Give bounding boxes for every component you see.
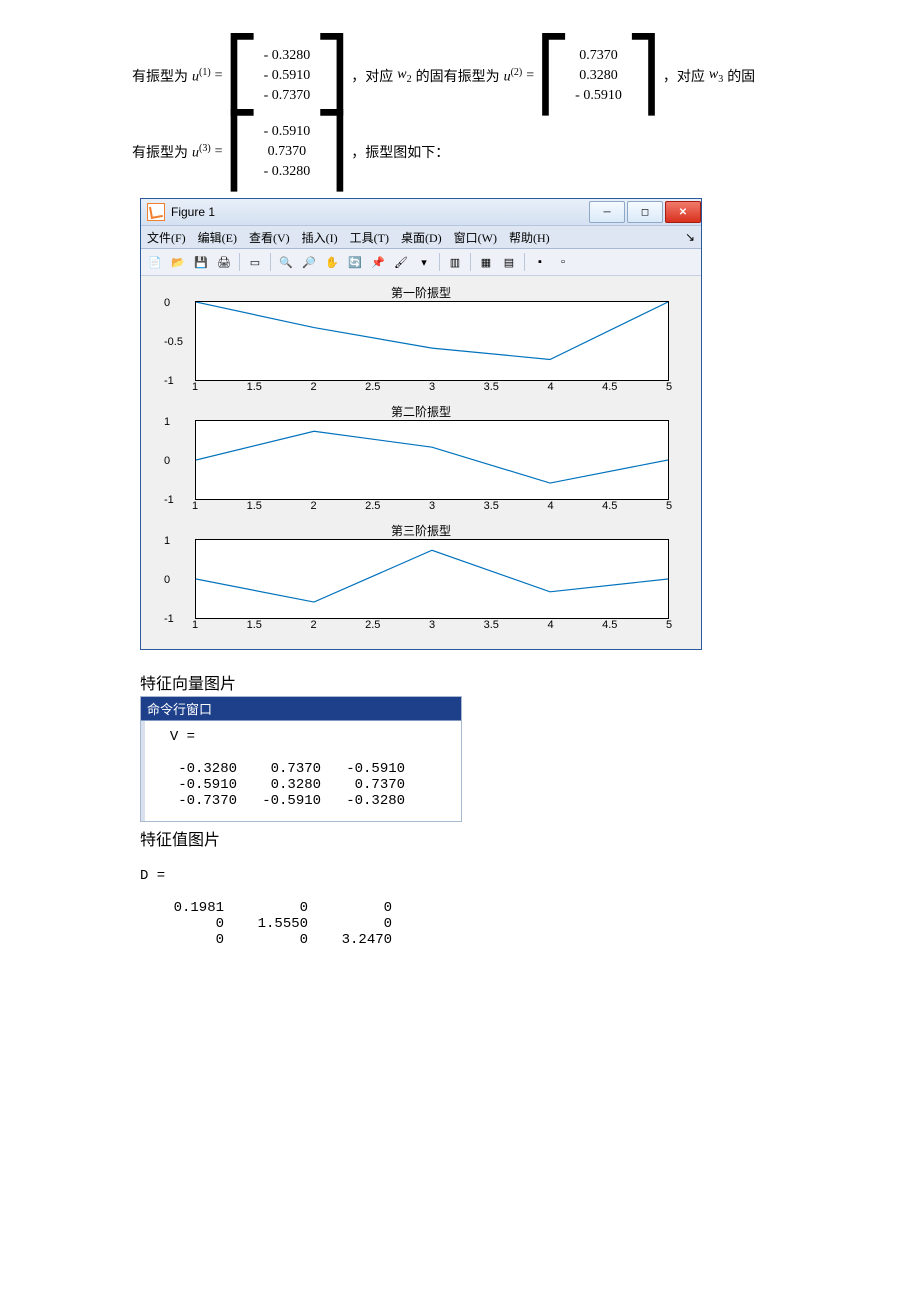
command-window-title: 命令行窗口 <box>141 697 461 721</box>
matlab-icon <box>147 203 165 221</box>
math-line-2: 有振型为 u(3) = ⎡ - 0.5910 0.7370 - 0.3280 ⎤… <box>130 122 870 182</box>
y-tick: -1 <box>164 375 174 387</box>
x-tick: 2 <box>310 500 316 512</box>
menu-insert[interactable]: 插入(I) <box>302 229 338 246</box>
y-tick: 0 <box>164 574 170 586</box>
open-icon[interactable]: 📂 <box>168 252 188 272</box>
x-tick: 5 <box>666 619 672 631</box>
menu-help[interactable]: 帮助(H) <box>509 229 550 246</box>
save-icon[interactable]: 💾 <box>191 252 211 272</box>
x-tick: 5 <box>666 381 672 393</box>
toolbar: 📄 📂 💾 🖨 ▭ 🔍 🔎 ✋ 🔄 📌 🖌 ▾ ▥ ▦ ▤ ▪ ▫ <box>141 249 701 276</box>
command-window: 命令行窗口 V = -0.3280 0.7370 -0.5910 -0.5910… <box>140 696 462 822</box>
zoom-out-icon[interactable]: 🔎 <box>299 252 319 272</box>
subplot-2: 第二阶振型10-111.522.533.544.55 <box>155 403 687 516</box>
subplot-title: 第二阶振型 <box>155 403 687 420</box>
zoom-in-icon[interactable]: 🔍 <box>276 252 296 272</box>
vector-u3: ⎡ - 0.5910 0.7370 - 0.3280 ⎤ <box>225 122 350 182</box>
x-tick: 3 <box>429 619 435 631</box>
new-icon[interactable]: 📄 <box>145 252 165 272</box>
pointer-icon[interactable]: ▭ <box>245 252 265 272</box>
rotate-icon[interactable]: 🔄 <box>345 252 365 272</box>
axes[interactable]: 10-1 <box>195 539 669 619</box>
brush-icon[interactable]: 🖌 <box>391 252 411 272</box>
x-tick: 4.5 <box>602 381 617 393</box>
x-tick: 2.5 <box>365 619 380 631</box>
x-tick: 1 <box>192 381 198 393</box>
link-icon[interactable]: ▾ <box>414 252 434 272</box>
command-output-v: V = -0.3280 0.7370 -0.5910 -0.5910 0.328… <box>141 721 461 821</box>
x-tick: 3.5 <box>484 381 499 393</box>
maximize-button[interactable]: ◻ <box>627 201 663 223</box>
menu-window[interactable]: 窗口(W) <box>454 229 497 246</box>
axes[interactable]: 10-1 <box>195 420 669 500</box>
show-icon[interactable]: ▫ <box>553 252 573 272</box>
minimize-button[interactable]: ─ <box>589 201 625 223</box>
legend-icon[interactable]: ▦ <box>476 252 496 272</box>
x-tick: 3 <box>429 381 435 393</box>
pan-icon[interactable]: ✋ <box>322 252 342 272</box>
x-tick: 3.5 <box>484 619 499 631</box>
subplot-3: 第三阶振型10-111.522.533.544.55 <box>155 522 687 635</box>
x-tick: 2.5 <box>365 500 380 512</box>
caption-eigval: 特征值图片 <box>140 826 870 850</box>
dock-icon[interactable]: ↘ <box>685 230 695 244</box>
math-line-1: 有振型为 u(1) = ⎡ - 0.3280 - 0.5910 - 0.7370… <box>130 46 870 106</box>
print-icon[interactable]: 🖨 <box>214 252 234 272</box>
command-output-d: D = 0.1981 0 0 0 1.5550 0 0 0 3.2470 <box>140 852 870 948</box>
x-tick: 1.5 <box>247 500 262 512</box>
x-tick: 1 <box>192 500 198 512</box>
x-tick: 4.5 <box>602 619 617 631</box>
var-u1: u(1) <box>192 67 211 86</box>
close-button[interactable]: ✕ <box>665 201 701 223</box>
axes[interactable]: 0-0.5-1 <box>195 301 669 381</box>
ploteditor-icon[interactable]: ▤ <box>499 252 519 272</box>
x-tick: 1 <box>192 619 198 631</box>
x-tick: 4 <box>547 500 553 512</box>
y-tick: 1 <box>164 416 170 428</box>
menu-edit[interactable]: 编辑(E) <box>198 229 237 246</box>
vector-u1: ⎡ - 0.3280 - 0.5910 - 0.7370 ⎤ <box>225 46 350 106</box>
caption-eigvec: 特征向量图片 <box>140 670 870 694</box>
subplot-title: 第三阶振型 <box>155 522 687 539</box>
title-bar[interactable]: Figure 1 ─ ◻ ✕ <box>141 199 701 226</box>
figure-window: Figure 1 ─ ◻ ✕ 文件(F) 编辑(E) 查看(V) 插入(I) 工… <box>140 198 702 650</box>
hide-icon[interactable]: ▪ <box>530 252 550 272</box>
x-tick: 1.5 <box>247 381 262 393</box>
menu-tools[interactable]: 工具(T) <box>350 229 389 246</box>
text: 有振型为 <box>132 66 188 86</box>
y-tick: -1 <box>164 494 174 506</box>
subplot-title: 第一阶振型 <box>155 284 687 301</box>
x-tick: 4.5 <box>602 500 617 512</box>
x-tick: 2 <box>310 619 316 631</box>
y-tick: 1 <box>164 535 170 547</box>
subplot-1: 第一阶振型0-0.5-111.522.533.544.55 <box>155 284 687 397</box>
menu-file[interactable]: 文件(F) <box>147 229 186 246</box>
x-tick: 4 <box>547 619 553 631</box>
y-tick: -1 <box>164 613 174 625</box>
x-tick: 1.5 <box>247 619 262 631</box>
x-tick: 3 <box>429 500 435 512</box>
x-tick: 5 <box>666 500 672 512</box>
x-tick: 2.5 <box>365 381 380 393</box>
y-tick: 0 <box>164 297 170 309</box>
vector-u2: ⎡ 0.7370 0.3280 - 0.5910 ⎤ <box>536 46 661 106</box>
x-tick: 4 <box>547 381 553 393</box>
x-tick: 2 <box>310 381 316 393</box>
x-tick: 3.5 <box>484 500 499 512</box>
colorbar-icon[interactable]: ▥ <box>445 252 465 272</box>
menu-bar: 文件(F) 编辑(E) 查看(V) 插入(I) 工具(T) 桌面(D) 窗口(W… <box>141 226 701 249</box>
menu-desktop[interactable]: 桌面(D) <box>401 229 442 246</box>
plot-area: 第一阶振型0-0.5-111.522.533.544.55第二阶振型10-111… <box>141 276 701 649</box>
equals: = <box>215 68 223 84</box>
window-title: Figure 1 <box>171 205 215 219</box>
y-tick: 0 <box>164 455 170 467</box>
menu-view[interactable]: 查看(V) <box>249 229 290 246</box>
y-tick: -0.5 <box>164 336 183 348</box>
datacursor-icon[interactable]: 📌 <box>368 252 388 272</box>
